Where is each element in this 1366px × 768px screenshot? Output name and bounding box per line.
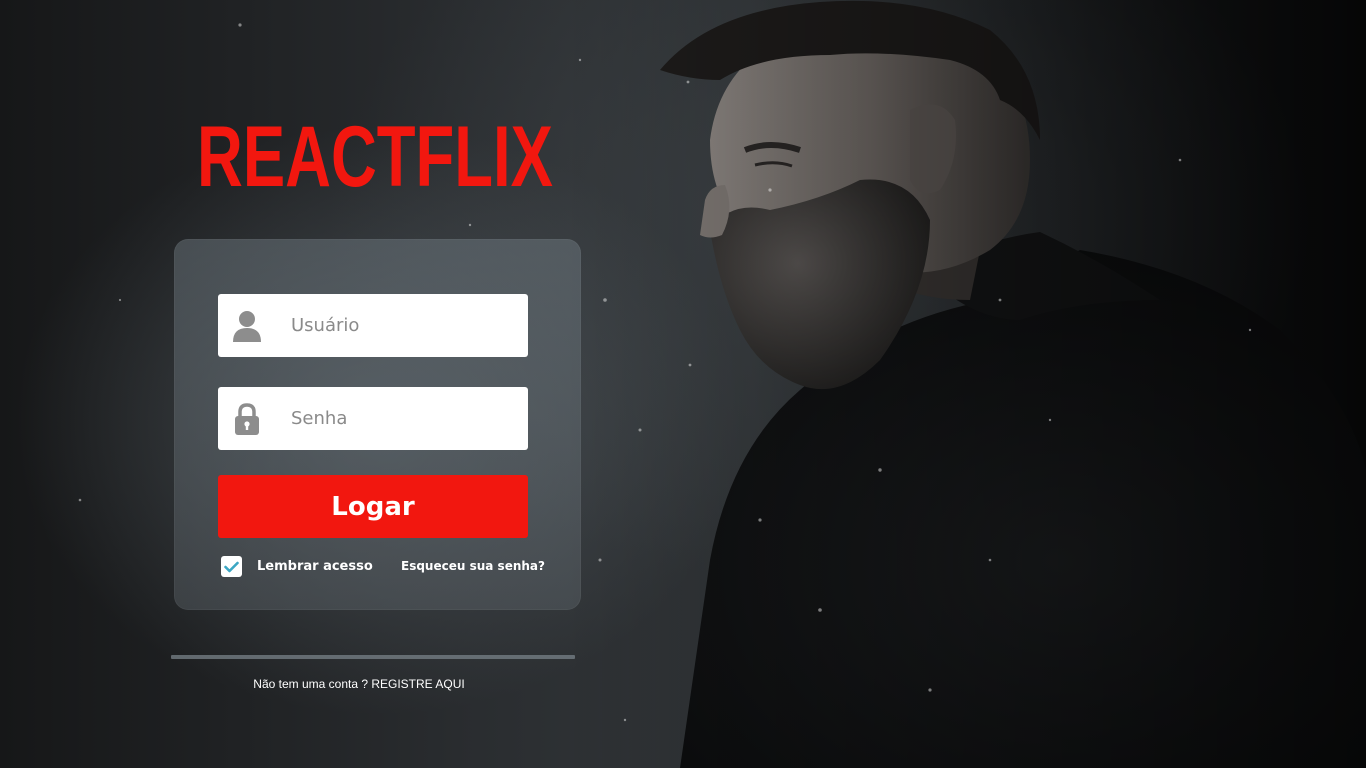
login-page: REACTFLIX Logar <box>0 0 1366 768</box>
username-field[interactable] <box>218 294 528 357</box>
register-text: Não tem uma conta ? <box>253 677 372 691</box>
reactflix-logo: REACTFLIX <box>197 109 553 204</box>
logo-text: REACTFLIX <box>197 109 553 204</box>
password-field[interactable] <box>218 387 528 450</box>
password-input[interactable] <box>289 407 513 430</box>
login-button[interactable]: Logar <box>218 475 528 538</box>
lock-icon <box>232 401 262 437</box>
user-icon <box>232 308 262 344</box>
remember-access[interactable]: Lembrar acesso <box>221 556 373 577</box>
forgot-password-link[interactable]: Esqueceu sua senha? <box>401 559 545 573</box>
remember-label: Lembrar acesso <box>257 559 373 574</box>
remember-checkbox[interactable] <box>221 556 242 577</box>
check-icon <box>224 561 239 572</box>
register-prompt: Não tem uma conta ? REGISTRE AQUI <box>171 677 547 691</box>
register-link[interactable]: REGISTRE AQUI <box>371 677 464 691</box>
username-input[interactable] <box>289 314 513 337</box>
divider <box>171 655 575 659</box>
hero-background-image <box>560 0 1366 768</box>
